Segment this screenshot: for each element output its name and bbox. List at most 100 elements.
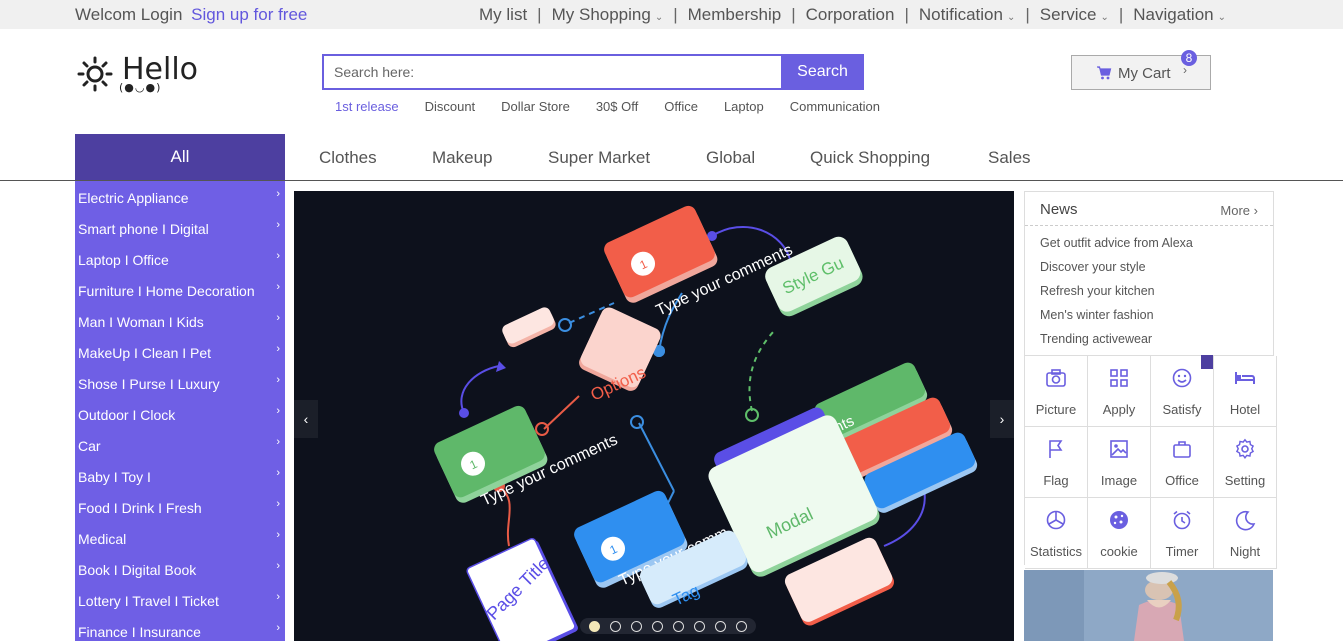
service-night[interactable]: Night — [1214, 498, 1277, 569]
service-setting[interactable]: Setting — [1214, 427, 1277, 498]
sidebar-item[interactable]: Baby I Toy I › — [75, 460, 285, 491]
chevron-right-icon: › — [276, 250, 280, 262]
banner-illustration: 1 Type your comments Style Gu Options 1 … — [434, 205, 978, 641]
carousel-dot[interactable] — [715, 621, 726, 632]
chevron-down-icon: ⌄ — [1006, 12, 1016, 23]
carousel-dot[interactable] — [631, 621, 642, 632]
image-icon — [1110, 440, 1128, 458]
sidebar-item[interactable]: Car › — [75, 429, 285, 460]
chevron-right-icon: › — [276, 188, 280, 200]
promo-image[interactable] — [1024, 570, 1273, 641]
service-statistics[interactable]: Statistics — [1025, 498, 1088, 569]
sidebar-item[interactable]: Furniture I Home Decoration › — [75, 274, 285, 305]
hot-keyword[interactable]: Dollar Store — [501, 99, 570, 114]
chevron-down-icon: ⌄ — [1217, 12, 1226, 23]
moon-icon — [1235, 510, 1256, 531]
carousel-dot[interactable] — [694, 621, 705, 632]
cart-label: My Cart — [1118, 65, 1171, 82]
tab-all[interactable]: All — [75, 134, 285, 180]
news-item[interactable]: Trending activewear — [1040, 332, 1152, 346]
sidebar-item[interactable]: Lottery I Travel I Ticket › — [75, 584, 285, 615]
hot-keyword[interactable]: Discount — [425, 99, 476, 114]
logo[interactable]: Hello (●◡●) — [75, 52, 198, 98]
sidebar-item[interactable]: Medical › — [75, 522, 285, 553]
service-flag[interactable]: Flag — [1025, 427, 1088, 498]
carousel-prev-button[interactable]: ‹ — [294, 400, 318, 438]
signup-link[interactable]: Sign up for free — [191, 5, 307, 24]
top-nav-my-list[interactable]: My list — [479, 5, 527, 25]
hot-keyword[interactable]: Office — [664, 99, 698, 114]
chevron-right-icon: › — [276, 343, 280, 355]
login-link[interactable]: Welcom Login — [75, 5, 182, 24]
sidebar-item[interactable]: Electric Appliance › — [75, 181, 285, 212]
service-office[interactable]: Office — [1151, 427, 1214, 498]
sidebar-item[interactable]: Shose I Purse I Luxury › — [75, 367, 285, 398]
banner-carousel[interactable]: 1 Type your comments Style Gu Options 1 … — [294, 191, 1014, 641]
sidebar-item[interactable]: MakeUp I Clean I Pet › — [75, 336, 285, 367]
top-nav-corporation[interactable]: Corporation — [806, 5, 895, 25]
service-apply[interactable]: Apply — [1088, 356, 1151, 427]
cookie-icon — [1110, 511, 1128, 529]
alarm-clock-icon — [1173, 510, 1191, 530]
tab-sales[interactable]: Sales — [988, 148, 1031, 168]
service-cookie[interactable]: cookie — [1088, 498, 1151, 569]
service-hotel[interactable]: Hotel — [1214, 356, 1277, 427]
hot-keyword[interactable]: Communication — [790, 99, 880, 114]
carousel-dot[interactable] — [736, 621, 747, 632]
welcome-text: Welcom Login Sign up for free — [75, 5, 307, 25]
hot-keywords: 1st release Discount Dollar Store 30$ Off Of… — [335, 99, 906, 114]
sidebar-item[interactable]: Finance I Insurance › — [75, 615, 285, 641]
briefcase-icon — [1173, 441, 1191, 458]
top-nav-notification[interactable]: Notification ⌄ — [919, 5, 1016, 25]
carousel-dot[interactable] — [673, 621, 684, 632]
smile-icon — [1172, 368, 1192, 388]
carousel-dots — [580, 618, 756, 634]
service-picture[interactable]: Picture — [1025, 356, 1088, 427]
sidebar-item[interactable]: Man I Woman I Kids › — [75, 305, 285, 336]
top-nav: My list | My Shopping ⌄ | Membership | Corporat… — [479, 5, 1226, 25]
category-sidebar: Electric Appliance › Smart phone I Digita… — [75, 181, 285, 641]
top-nav-membership[interactable]: Membership — [688, 5, 782, 25]
carousel-dot[interactable] — [652, 621, 663, 632]
service-timer[interactable]: Timer — [1151, 498, 1214, 569]
news-item[interactable]: Refresh your kitchen — [1040, 284, 1155, 298]
carousel-dot[interactable] — [589, 621, 600, 632]
news-panel: News More › Get outfit advice from Alexa… — [1024, 191, 1274, 356]
check-ribbon-icon — [1201, 355, 1213, 369]
service-image[interactable]: Image — [1088, 427, 1151, 498]
tab-quick-shopping[interactable]: Quick Shopping — [810, 148, 930, 168]
logo-subtext: (●◡●) — [119, 81, 162, 94]
sun-logo-icon — [77, 56, 113, 92]
top-nav-my-shopping[interactable]: My Shopping ⌄ — [552, 5, 664, 25]
sidebar-item[interactable]: Laptop I Office › — [75, 243, 285, 274]
sidebar-item[interactable]: Book I Digital Book › — [75, 553, 285, 584]
news-more-link[interactable]: More › — [1220, 203, 1258, 218]
chevron-right-icon: › — [1253, 203, 1258, 218]
chevron-down-icon: ⌄ — [1100, 12, 1109, 23]
tab-clothes[interactable]: Clothes — [319, 148, 377, 168]
carousel-next-button[interactable]: › — [990, 400, 1014, 438]
tab-super-market[interactable]: Super Market — [548, 148, 650, 168]
news-item[interactable]: Men's winter fashion — [1040, 308, 1154, 322]
news-item[interactable]: Get outfit advice from Alexa — [1040, 236, 1193, 250]
tab-global[interactable]: Global — [706, 148, 755, 168]
sidebar-item[interactable]: Outdoor I Clock › — [75, 398, 285, 429]
gear-icon — [1235, 438, 1255, 460]
hot-keyword[interactable]: Laptop — [724, 99, 764, 114]
camera-icon — [1046, 369, 1066, 387]
sidebar-item[interactable]: Smart phone I Digital › — [75, 212, 285, 243]
sidebar-item[interactable]: Food I Drink I Fresh › — [75, 491, 285, 522]
hot-keyword[interactable]: 30$ Off — [596, 99, 638, 114]
search-button[interactable]: Search — [781, 54, 864, 90]
chevron-right-icon: › — [276, 219, 280, 231]
hot-keyword[interactable]: 1st release — [335, 99, 399, 114]
news-divider — [1025, 225, 1273, 226]
fashion-model-image — [1024, 570, 1273, 641]
tab-makeup[interactable]: Makeup — [432, 148, 492, 168]
chevron-right-icon: › — [276, 498, 280, 510]
search-input[interactable] — [322, 54, 781, 90]
carousel-dot[interactable] — [610, 621, 621, 632]
top-nav-service[interactable]: Service ⌄ — [1040, 5, 1109, 25]
top-nav-navigation[interactable]: Navigation ⌄ — [1133, 5, 1226, 25]
news-item[interactable]: Discover your style — [1040, 260, 1146, 274]
